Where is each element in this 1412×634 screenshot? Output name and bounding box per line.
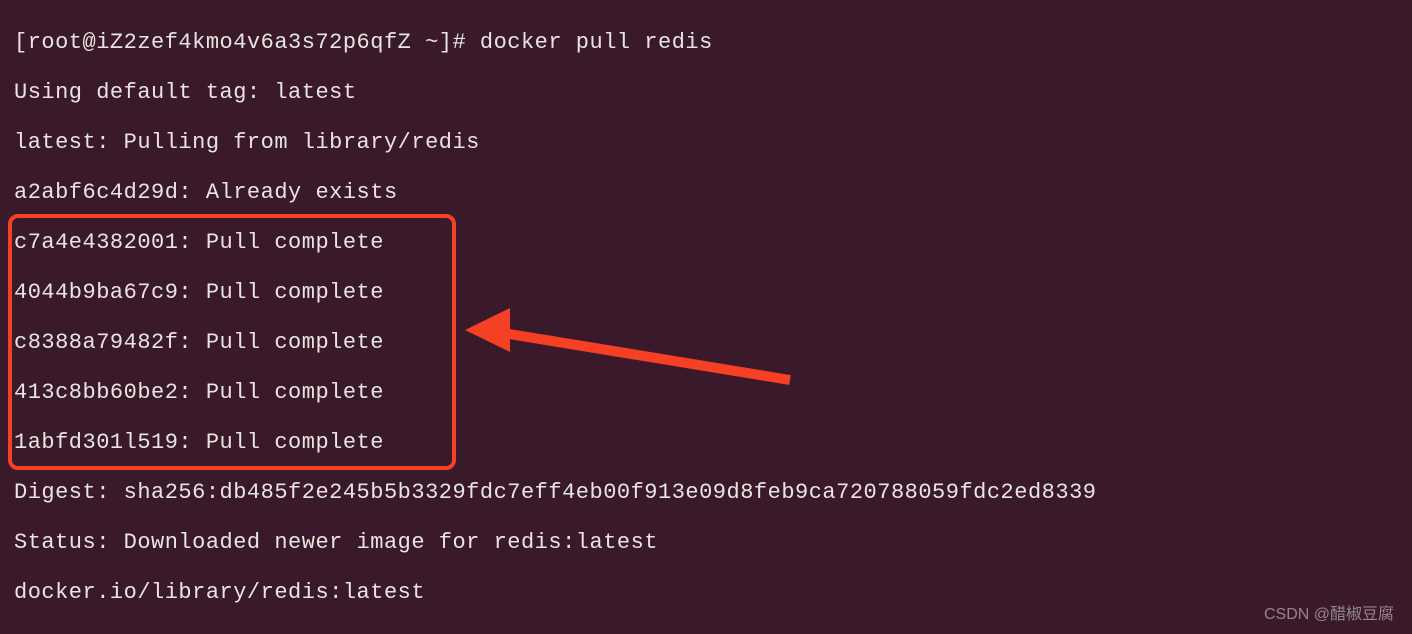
output-line: 413c8bb60be2: Pull complete xyxy=(14,368,1398,418)
output-line: 4044b9ba67c9: Pull complete xyxy=(14,268,1398,318)
output-line: c7a4e4382001: Pull complete xyxy=(14,218,1398,268)
output-line: docker.io/library/redis:latest xyxy=(14,568,1398,618)
shell-command: docker pull redis xyxy=(480,30,713,55)
shell-prompt: [root@iZ2zef4kmo4v6a3s72p6qfZ ~]# xyxy=(14,30,480,55)
output-line: Using default tag: latest xyxy=(14,68,1398,118)
terminal-prompt-line: [root@iZ2zef4kmo4v6a3s72p6qfZ ~]# docker… xyxy=(14,18,1398,68)
output-line: Digest: sha256:db485f2e245b5b3329fdc7eff… xyxy=(14,468,1398,518)
output-line: Status: Downloaded newer image for redis… xyxy=(14,518,1398,568)
output-line: a2abf6c4d29d: Already exists xyxy=(14,168,1398,218)
output-line: 1abfd301l519: Pull complete xyxy=(14,418,1398,468)
watermark-text: CSDN @醋椒豆腐 xyxy=(1264,600,1394,624)
output-line: c8388a79482f: Pull complete xyxy=(14,318,1398,368)
output-line: latest: Pulling from library/redis xyxy=(14,118,1398,168)
